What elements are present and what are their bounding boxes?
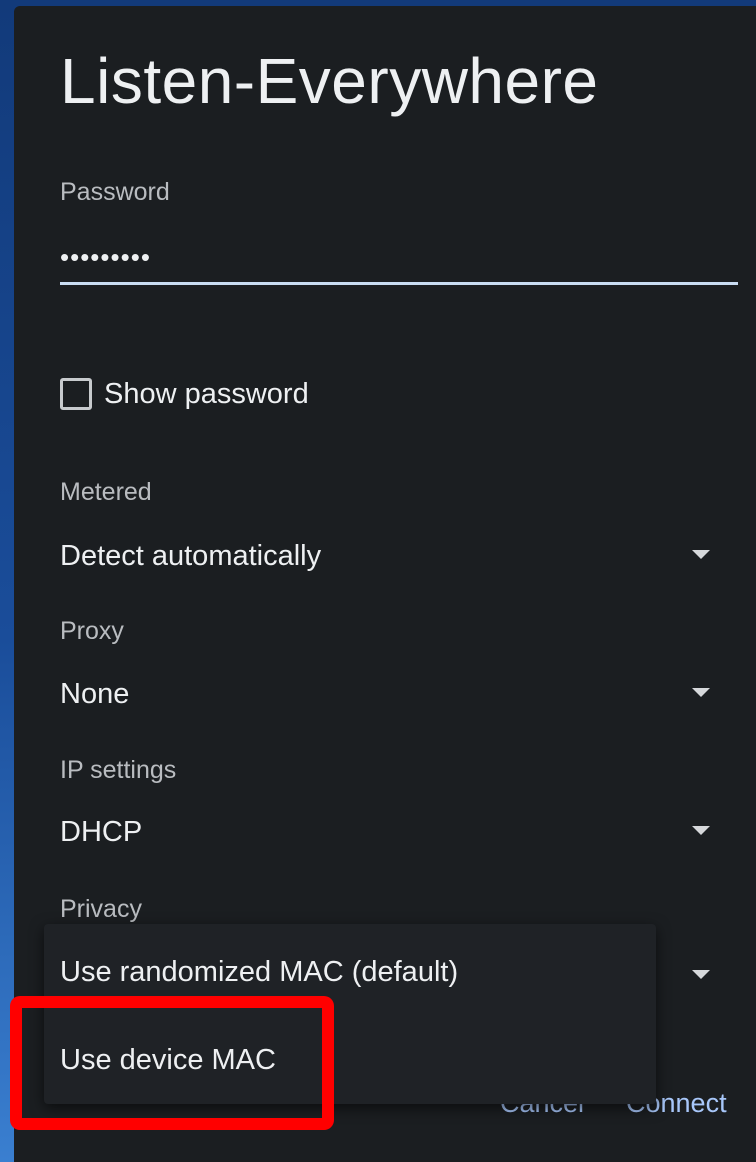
caret-down-icon[interactable] [692,970,710,979]
caret-down-icon[interactable] [692,688,710,697]
show-password-row[interactable]: Show password [60,376,309,412]
ip-settings-select-value[interactable]: DHCP [60,812,142,852]
menu-item-device-mac[interactable]: Use device MAC [60,1040,276,1080]
checkbox-unchecked-icon[interactable] [60,378,92,410]
wifi-connect-dialog: Listen-Everywhere Password ••••••••• Sho… [14,6,756,1162]
metered-select[interactable]: Detect automatically [60,536,720,576]
password-input[interactable]: ••••••••• [60,242,151,273]
proxy-select-value[interactable]: None [60,674,129,714]
proxy-select[interactable]: None [60,674,720,714]
privacy-dropdown-menu: Use randomized MAC (default) Use device … [44,924,656,1104]
metered-select-value[interactable]: Detect automatically [60,536,321,576]
password-input-underline [60,282,738,285]
ip-settings-label: IP settings [60,756,177,784]
ip-settings-select[interactable]: DHCP [60,812,720,852]
privacy-label: Privacy [60,895,142,923]
dialog-title: Listen-Everywhere [60,45,599,117]
metered-label: Metered [60,478,152,506]
menu-item-randomized-mac[interactable]: Use randomized MAC (default) [60,952,458,992]
password-label: Password [60,178,170,206]
proxy-label: Proxy [60,617,124,645]
show-password-label[interactable]: Show password [104,378,309,411]
caret-down-icon[interactable] [692,550,710,559]
caret-down-icon[interactable] [692,826,710,835]
